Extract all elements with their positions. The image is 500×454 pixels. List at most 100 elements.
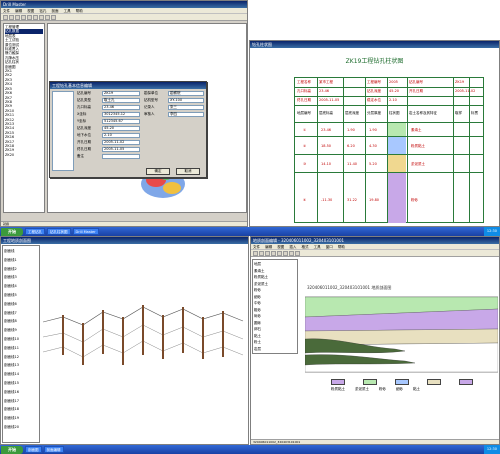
tree-item[interactable]: 剖面线6 — [4, 300, 38, 309]
field-label: 孔口标高 — [77, 105, 91, 109]
menu-item[interactable]: 工具 — [314, 245, 321, 249]
section-drawing[interactable] — [43, 247, 248, 442]
geological-section[interactable] — [305, 291, 498, 376]
open-icon[interactable] — [259, 250, 264, 256]
field-label: 记录人 — [144, 105, 155, 109]
menu-item[interactable]: 剖面 — [52, 9, 59, 13]
copy-icon[interactable] — [33, 14, 38, 20]
taskbar-task[interactable]: Drill Master — [72, 228, 99, 235]
tree-item[interactable]: 剖面线9 — [4, 326, 38, 335]
start-date-field[interactable]: 2005-11-02 — [102, 140, 140, 145]
redo-icon[interactable] — [283, 250, 288, 256]
tree-item[interactable]: 剖面线 — [4, 247, 38, 256]
tree-item[interactable]: 剖面线1 — [4, 256, 38, 265]
elevation-field[interactable]: 23.46 — [102, 105, 140, 110]
tree-item[interactable]: ZK20 — [5, 153, 43, 157]
header-label: 钻孔编号 — [409, 80, 423, 84]
print-icon[interactable] — [271, 250, 276, 256]
zoom-out-icon[interactable] — [295, 250, 300, 256]
layer-thick: 5.20 — [369, 162, 377, 166]
taskbar-task[interactable]: 工程钻孔 — [25, 228, 45, 235]
tree-item[interactable]: 剖面线20 — [4, 423, 38, 432]
menu-item[interactable]: 窗口 — [326, 245, 333, 249]
menu-item[interactable]: 工具 — [64, 9, 71, 13]
tree-item[interactable]: 剖面线13 — [4, 361, 38, 370]
field-label: 钻机型号 — [144, 98, 158, 102]
tree-item[interactable]: 剖面线17 — [4, 397, 38, 406]
tree-item[interactable]: 剖面线7 — [4, 309, 38, 318]
project-tree[interactable]: 工程管理 钻孔数据 地层表 土工试验 原位测试 标准贯入 静力触探 孔隙水压 钻… — [3, 23, 45, 213]
taskbar-bottom: 开始 剖面图 剖面编辑 12:30 — [0, 445, 500, 454]
taskbar-task[interactable]: 剖面编辑 — [43, 446, 64, 453]
menu-item[interactable]: 钻孔 — [39, 9, 46, 13]
column-header: 地层编号 — [297, 111, 311, 115]
column-header: 标贯 — [471, 111, 478, 115]
menu-item[interactable]: 格式 — [302, 245, 309, 249]
field-label: X坐标 — [77, 112, 87, 116]
water-level-field[interactable]: 2.10 — [102, 133, 140, 138]
menu-item[interactable]: 编辑 — [15, 9, 22, 13]
tree-item[interactable]: 剖面线18 — [4, 405, 38, 414]
tree-item[interactable]: 剖面线12 — [4, 353, 38, 362]
new-icon[interactable] — [3, 14, 8, 20]
borehole-type-field[interactable]: 取土孔 — [102, 98, 140, 103]
zoom-in-icon[interactable] — [289, 250, 294, 256]
depth-field[interactable]: 45.20 — [102, 126, 140, 131]
tree-item[interactable]: 剖面线3 — [4, 273, 38, 282]
menu-item[interactable]: 帮助 — [338, 245, 345, 249]
save-icon[interactable] — [15, 14, 20, 20]
header-label: 终孔日期 — [297, 98, 311, 102]
section-tree[interactable]: 剖面线 剖面线1 剖面线2 剖面线3 剖面线4 剖面线5 剖面线6 剖面线7 剖… — [2, 245, 40, 443]
tree-item[interactable]: 剖面线15 — [4, 379, 38, 388]
print-icon[interactable] — [21, 14, 26, 20]
field-label: 审核人 — [144, 112, 155, 116]
save-icon[interactable] — [265, 250, 270, 256]
taskbar-task[interactable]: 剖面图 — [25, 446, 42, 453]
cancel-button[interactable]: 取消 — [176, 168, 200, 175]
dialog-list[interactable] — [52, 91, 74, 171]
ok-button[interactable]: 确定 — [146, 168, 170, 175]
x-coord-field[interactable]: 3012345.12 — [102, 112, 140, 117]
notes-field[interactable] — [102, 154, 140, 159]
tree-item[interactable]: 剖面线14 — [4, 370, 38, 379]
stratum-tree[interactable]: 地层 素填土 粉质黏土 淤泥质土 粉砂 细砂 中砂 粗砂 砾砂 圆砾 卵石 黏土… — [252, 259, 298, 354]
taskbar: 开始 工程钻孔 钻孔柱状图 Drill Master 12:30 — [0, 227, 500, 236]
borehole-id-field[interactable]: ZK19 — [102, 91, 140, 96]
start-button[interactable]: 开始 — [1, 227, 23, 236]
menu-item[interactable]: 视图 — [277, 245, 284, 249]
tree-item[interactable]: 剖面线19 — [4, 414, 38, 423]
menu-item[interactable]: 编辑 — [265, 245, 272, 249]
header-value: 2005-11-02 — [455, 89, 476, 93]
tree-item[interactable]: 剖面线5 — [4, 291, 38, 300]
header-label: 开孔日期 — [409, 89, 423, 93]
tree-item[interactable]: 剖面线4 — [4, 282, 38, 291]
tree-item[interactable]: 剖面线8 — [4, 317, 38, 326]
company-field[interactable]: 勘察院 — [168, 91, 204, 96]
reviewer-field[interactable]: 李四 — [168, 112, 204, 117]
open-icon[interactable] — [9, 14, 14, 20]
cut-icon[interactable] — [27, 14, 32, 20]
start-button[interactable]: 开始 — [1, 445, 23, 454]
new-icon[interactable] — [253, 250, 258, 256]
zoom-icon[interactable] — [45, 14, 50, 20]
menu-item[interactable]: 文件 — [253, 245, 260, 249]
menu-item[interactable]: 视图 — [27, 9, 34, 13]
taskbar-task[interactable]: 钻孔柱状图 — [47, 228, 71, 235]
paste-icon[interactable] — [39, 14, 44, 20]
menu-item[interactable]: 帮助 — [76, 9, 83, 13]
field-label: 勘探单位 — [144, 91, 158, 95]
tree-item[interactable]: 剖面线11 — [4, 344, 38, 353]
tree-item[interactable]: 剖面线2 — [4, 265, 38, 274]
end-date-field[interactable]: 2005-11-05 — [102, 147, 140, 152]
tree-item[interactable]: 剖面线16 — [4, 388, 38, 397]
recorder-field[interactable]: 张三 — [168, 105, 204, 110]
help-icon[interactable] — [51, 14, 56, 20]
y-coord-field[interactable]: 512345.67 — [102, 119, 140, 124]
tree-item[interactable]: 岩层 — [254, 346, 296, 353]
menu-item[interactable]: 插入 — [289, 245, 296, 249]
undo-icon[interactable] — [277, 250, 282, 256]
menu-item[interactable]: 文件 — [3, 9, 10, 13]
header-value: 2005 — [389, 80, 398, 84]
rig-field[interactable]: XY-100 — [168, 98, 204, 103]
tree-item[interactable]: 剖面线10 — [4, 335, 38, 344]
